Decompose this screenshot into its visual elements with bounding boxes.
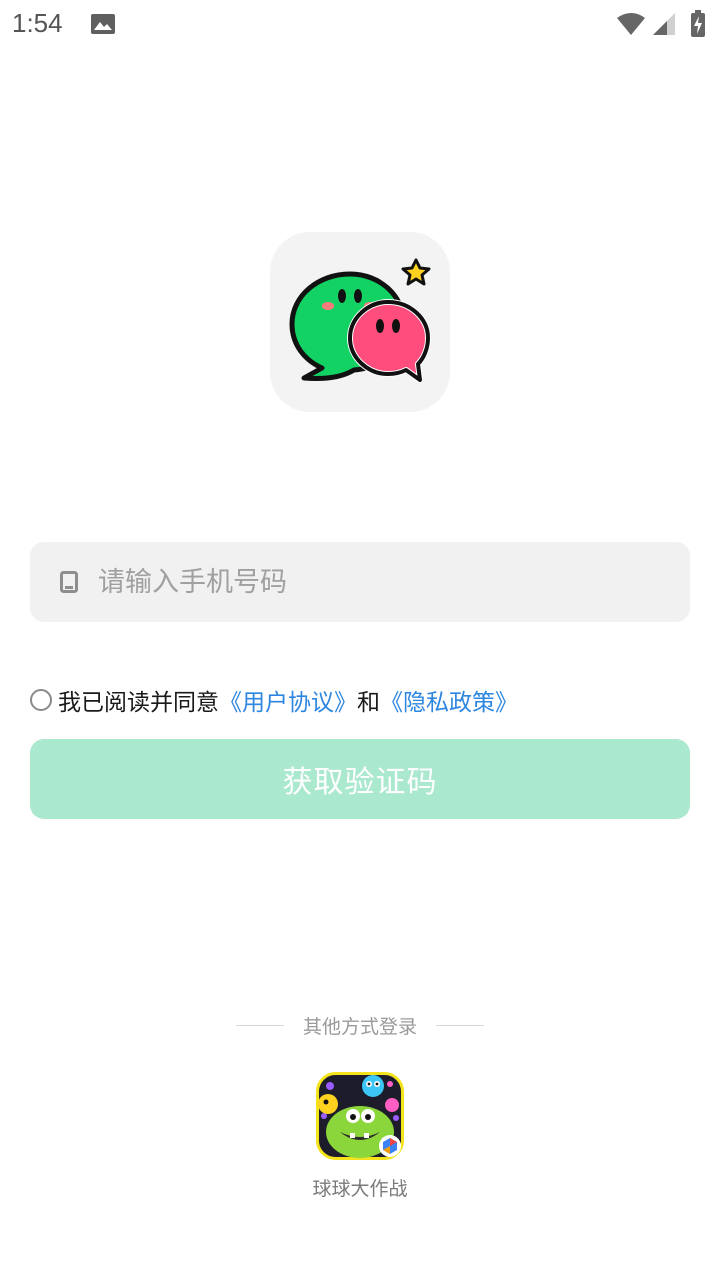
ball-battle-game-icon[interactable] <box>316 1072 404 1160</box>
wifi-icon <box>617 13 645 35</box>
chat-bubbles-logo-icon <box>289 258 431 383</box>
app-logo <box>270 232 450 412</box>
battery-icon <box>691 10 705 37</box>
game-login-label: 球球大作战 <box>312 1178 408 1200</box>
other-login-header: 其他方式登录 <box>0 1010 720 1040</box>
agreement-prefix: 我已阅读并同意 <box>58 690 219 716</box>
phone-number-input[interactable] <box>98 542 668 622</box>
privacy-policy-link[interactable]: 《隐私政策》 <box>380 683 518 717</box>
other-login-title: 其他方式登录 <box>302 1016 417 1038</box>
phone-number-field[interactable] <box>30 542 690 622</box>
status-bar: 1:54 <box>0 0 720 50</box>
phone-icon <box>60 571 78 593</box>
divider-right <box>436 1025 484 1026</box>
signal-icon <box>653 13 675 35</box>
photo-icon <box>91 14 115 34</box>
get-code-button[interactable]: 获取验证码 <box>30 739 690 819</box>
agreement-checkbox[interactable] <box>30 689 52 711</box>
status-time: 1:54 <box>12 8 63 38</box>
agreement-row: 我已阅读并同意 《用户协议》 和 《隐私政策》 <box>30 684 518 716</box>
agreement-conjunction: 和 <box>357 690 380 716</box>
game-login-option[interactable]: 球球大作战 <box>300 1070 420 1210</box>
user-agreement-link[interactable]: 《用户协议》 <box>219 683 357 717</box>
